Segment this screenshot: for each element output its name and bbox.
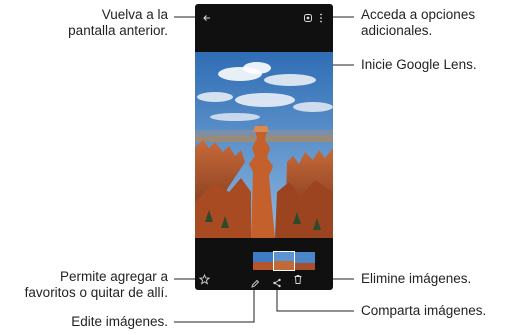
options-callout-line2: adicionales.	[361, 23, 433, 38]
share-callout: Comparta imágenes.	[361, 303, 487, 318]
thumbnail[interactable]	[253, 252, 273, 270]
favorite-callout-line2: favoritos o quitar de allí.	[24, 285, 168, 300]
thumbnail-strip	[253, 251, 315, 271]
thumbnail[interactable]	[295, 252, 315, 270]
delete-callout: Elimine imágenes.	[361, 271, 472, 286]
google-lens-icon[interactable]	[303, 13, 313, 23]
pencil-icon[interactable]	[250, 279, 260, 289]
star-icon[interactable]	[199, 274, 210, 285]
more-options-icon[interactable]	[318, 13, 324, 23]
back-callout-line2: pantalla anterior.	[68, 23, 168, 38]
phone-screen	[195, 4, 333, 290]
main-photo[interactable]	[195, 52, 333, 238]
lens-callout: Inicie Google Lens.	[361, 57, 477, 72]
thumbnail[interactable]	[273, 251, 295, 271]
favorite-callout: Permite agregar a favoritos o quitar de …	[0, 269, 168, 301]
options-callout: Acceda a opciones adicionales.	[361, 7, 475, 39]
back-arrow-icon[interactable]	[202, 13, 212, 23]
back-callout: Vuelva a la pantalla anterior.	[40, 7, 168, 39]
back-callout-line1: Vuelva a la	[101, 7, 168, 22]
trash-icon[interactable]	[293, 274, 303, 285]
favorite-callout-line1: Permite agregar a	[59, 269, 168, 284]
edit-callout: Edite imágenes.	[71, 314, 168, 329]
share-icon[interactable]	[272, 278, 282, 288]
options-callout-line1: Acceda a opciones	[361, 7, 476, 22]
